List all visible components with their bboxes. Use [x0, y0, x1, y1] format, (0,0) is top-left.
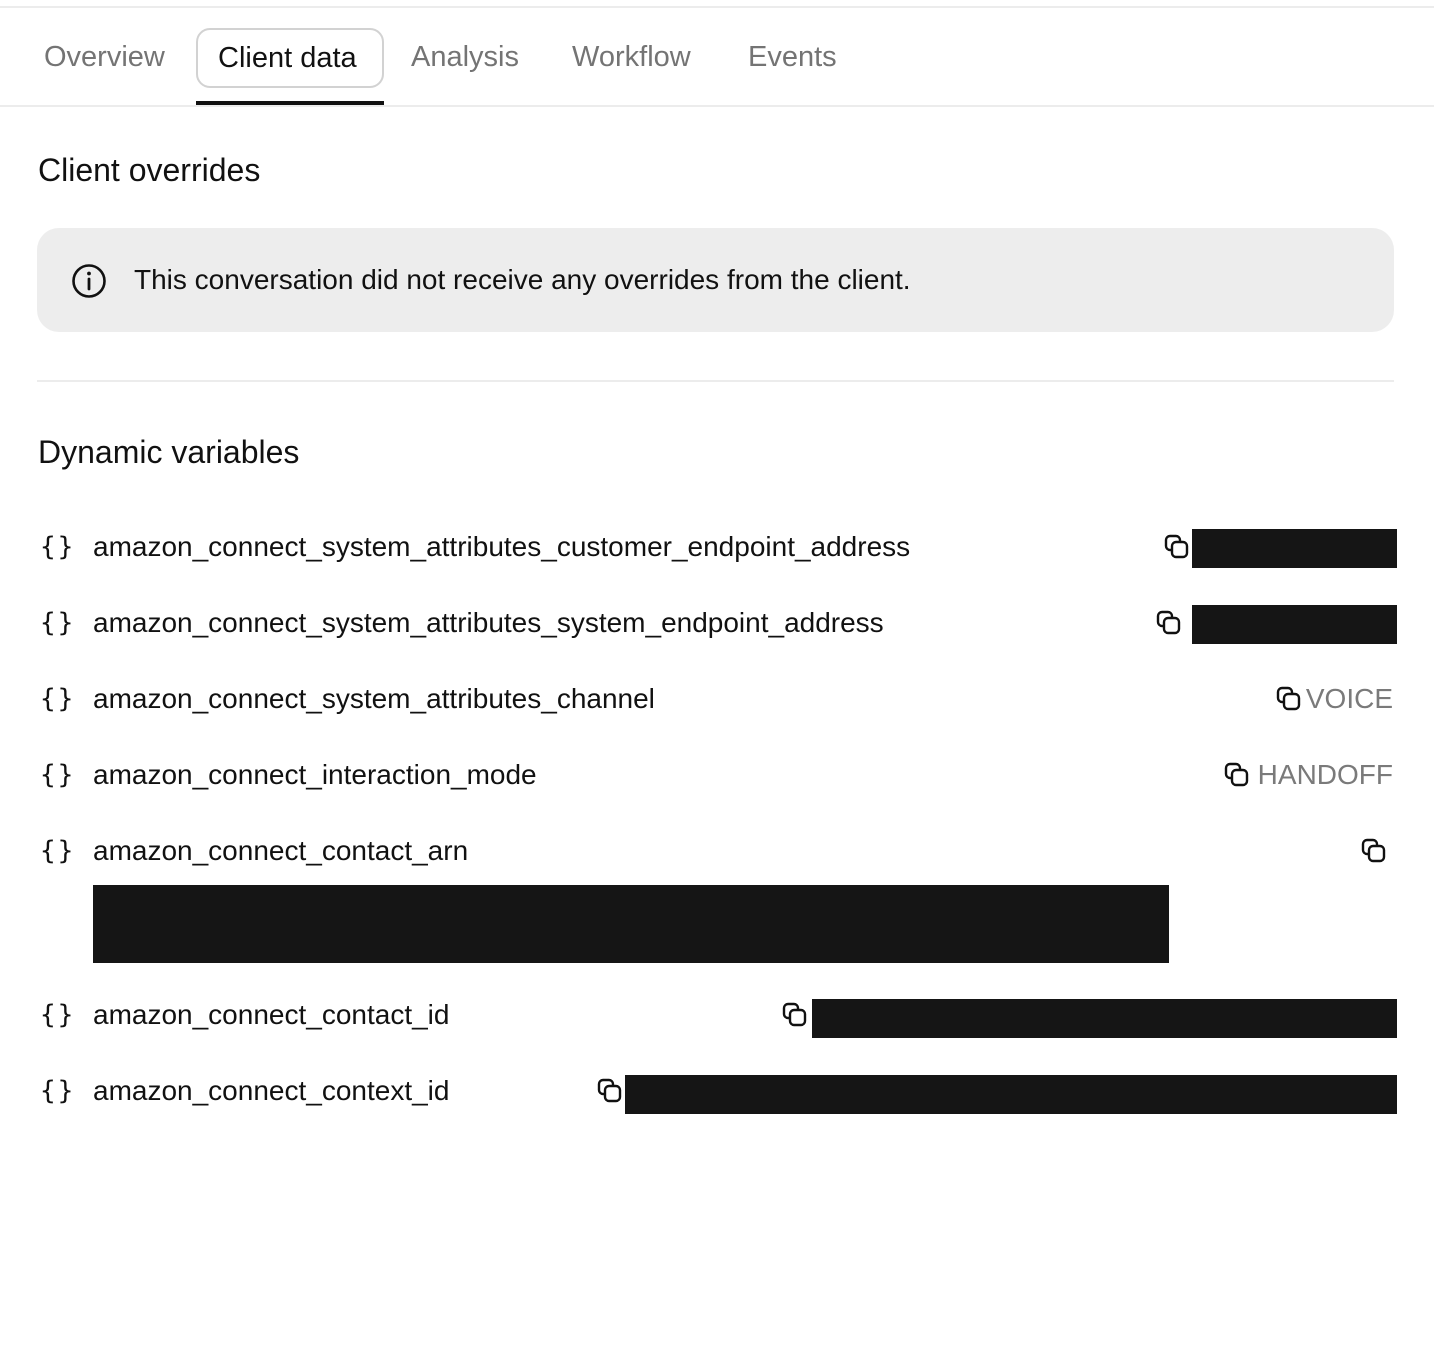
- variable-row: {} amazon_connect_context_id: [0, 1071, 1434, 1114]
- copy-icon[interactable]: [596, 1077, 624, 1105]
- variable-row: {} amazon_connect_system_attributes_cust…: [0, 527, 1434, 568]
- tab-workflow[interactable]: Workflow: [572, 28, 691, 86]
- braces-icon: {}: [40, 836, 76, 866]
- braces-icon: {}: [40, 1000, 76, 1030]
- variable-name: amazon_connect_contact_arn: [93, 835, 469, 866]
- variable-row: {} amazon_connect_contact_arn: [0, 831, 1434, 963]
- redacted-value: [93, 885, 1169, 963]
- braces-icon: {}: [40, 608, 76, 638]
- dynamic-variables-title: Dynamic variables: [38, 434, 300, 470]
- variable-name: amazon_connect_system_attributes_channel: [93, 683, 655, 714]
- tab-analysis[interactable]: Analysis: [411, 28, 519, 86]
- variable-row: {} amazon_connect_interaction_mode HANDO…: [0, 755, 1434, 795]
- variable-value: VOICE: [1305, 683, 1393, 714]
- copy-icon[interactable]: [1360, 837, 1388, 865]
- braces-icon: {}: [40, 760, 76, 790]
- tab-overview[interactable]: Overview: [44, 28, 165, 86]
- variable-row: {} amazon_connect_system_attributes_chan…: [0, 679, 1434, 719]
- variable-name: amazon_connect_system_attributes_system_…: [93, 607, 884, 638]
- redacted-value: [812, 999, 1397, 1038]
- redacted-value: [1192, 605, 1397, 644]
- variable-value: HANDOFF: [1257, 759, 1393, 790]
- variable-name: amazon_connect_system_attributes_custome…: [93, 531, 911, 562]
- variable-name: amazon_connect_contact_id: [93, 999, 450, 1030]
- copy-icon[interactable]: [781, 1001, 809, 1029]
- section-divider: [37, 380, 1394, 382]
- active-tab-indicator: [196, 101, 384, 105]
- overrides-notice-text: This conversation did not receive any ov…: [134, 264, 911, 295]
- info-icon: [72, 264, 106, 298]
- variable-name: amazon_connect_context_id: [93, 1075, 450, 1106]
- client-overrides-title: Client overrides: [38, 152, 261, 188]
- tab-bar: Overview Client data Analysis Workflow E…: [0, 0, 1434, 107]
- copy-icon[interactable]: [1275, 685, 1303, 713]
- variable-name: amazon_connect_interaction_mode: [93, 759, 537, 790]
- copy-icon[interactable]: [1223, 761, 1251, 789]
- tab-events[interactable]: Events: [748, 28, 837, 86]
- copy-icon[interactable]: [1155, 609, 1183, 637]
- redacted-value: [625, 1075, 1397, 1114]
- braces-icon: {}: [40, 684, 76, 714]
- tab-client-data[interactable]: Client data: [196, 28, 384, 88]
- braces-icon: {}: [40, 1076, 76, 1106]
- variable-row: {} amazon_connect_system_attributes_syst…: [0, 603, 1434, 644]
- variable-row: {} amazon_connect_contact_id: [0, 995, 1434, 1038]
- copy-icon[interactable]: [1163, 533, 1191, 561]
- braces-icon: {}: [40, 532, 76, 562]
- redacted-value: [1192, 529, 1397, 568]
- overrides-notice: This conversation did not receive any ov…: [37, 228, 1394, 332]
